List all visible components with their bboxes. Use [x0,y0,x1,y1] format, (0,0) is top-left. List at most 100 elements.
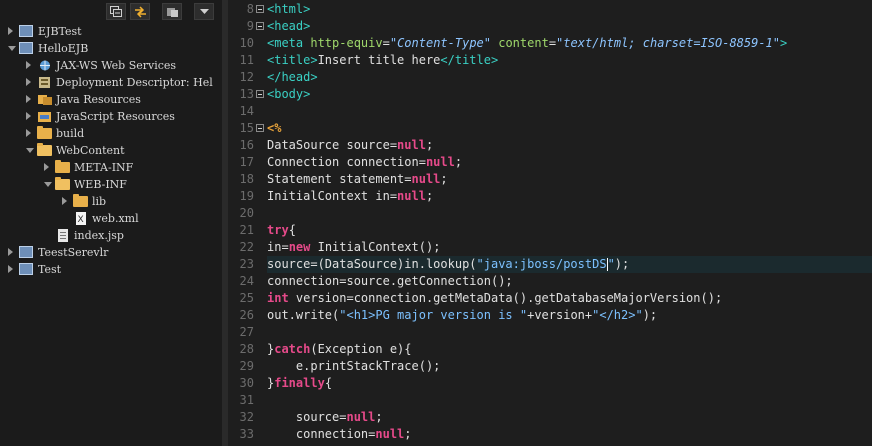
code-line[interactable]: try{ [267,222,872,239]
line-number: 9 [246,19,254,33]
line-number: 22 [239,240,254,254]
fold-toggle-icon[interactable] [256,124,264,132]
collapse-arrow-icon[interactable] [26,95,31,103]
line-number: 16 [239,138,254,152]
code-line[interactable]: InitialContext in=null; [267,188,872,205]
collapse-arrow-icon[interactable] [8,265,13,273]
java-resources-icon [37,93,53,106]
code-line[interactable]: <html> [267,1,872,18]
code-line[interactable]: int version=connection.getMetaData().get… [267,290,872,307]
tree-item[interactable]: HelloEJB [0,40,222,57]
tree-item[interactable]: JavaScript Resources [0,108,222,125]
tree-item[interactable]: Deployment Descriptor: Hel [0,74,222,91]
tree-item[interactable]: WEB-INF [0,176,222,193]
tree-item-label: JAX-WS Web Services [56,59,177,72]
code-line[interactable] [267,205,872,222]
fold-toggle-icon[interactable] [256,5,264,13]
line-number: 19 [239,189,254,203]
link-with-editor-button[interactable] [130,3,150,20]
javascript-resources-icon [37,110,53,123]
tree-item[interactable]: lib [0,193,222,210]
collapse-arrow-icon[interactable] [26,78,31,86]
collapse-arrow-icon[interactable] [26,129,31,137]
chevron-down-icon [199,8,209,14]
line-number: 30 [239,376,254,390]
tree-item[interactable]: JAX-WS Web Services [0,57,222,74]
tree-item-label: lib [92,195,107,208]
code-line[interactable]: source=(DataSource)in.lookup("java:jboss… [267,256,872,273]
folder-icon [73,194,88,207]
expand-arrow-icon[interactable] [44,182,52,187]
tree-item[interactable]: index.jsp [0,227,222,244]
folder-icon [37,126,52,139]
collapse-arrow-icon[interactable] [8,248,13,256]
line-number: 33 [239,427,254,441]
code-line[interactable]: out.write("<h1>PG major version is "+ver… [267,307,872,324]
line-number: 21 [239,223,254,237]
collapse-arrow-icon[interactable] [26,112,31,120]
expand-arrow-icon[interactable] [26,148,34,153]
project-icon [19,42,33,54]
tree-item[interactable]: Java Resources [0,91,222,108]
code-line[interactable]: source=null; [267,409,872,426]
code-line[interactable]: connection=source.getConnection(); [267,273,872,290]
code-line[interactable]: <body> [267,86,872,103]
code-line[interactable] [267,103,872,120]
tree-item-label: build [56,127,85,140]
collapse-arrow-icon[interactable] [62,197,67,205]
project-icon [19,25,33,37]
code-line[interactable]: <title>Insert title here</title> [267,52,872,69]
line-number: 10 [239,36,254,50]
code-line[interactable]: }catch(Exception e){ [267,341,872,358]
code-line[interactable]: </head> [267,69,872,86]
project-explorer: EJBTest HelloEJB JAX-WS Web Services Deploy… [0,0,222,446]
line-number: 14 [239,104,254,118]
tree-item-label: META-INF [74,161,134,174]
code-line[interactable]: Statement statement=null; [267,171,872,188]
code-line[interactable]: }finally{ [267,375,872,392]
tree-item-label: web.xml [92,212,139,225]
line-number: 26 [239,308,254,322]
code-line[interactable] [267,324,872,341]
collapse-all-button[interactable] [106,3,126,20]
line-number: 20 [239,206,254,220]
code-line[interactable]: e.printStackTrace(); [267,358,872,375]
tree-item-label: Deployment Descriptor: Hel [56,76,213,89]
tree-item[interactable]: TeestSerevlr [0,244,222,261]
dropdown-button[interactable] [194,3,214,20]
code-editor[interactable]: 8 <html> 9 <head> 10 <meta http-equiv="Conten… [228,0,872,446]
code-line[interactable]: <meta http-equiv="Content-Type" content=… [267,35,872,52]
tree-item[interactable]: Test [0,261,222,278]
tree-item[interactable]: META-INF [0,159,222,176]
tree-item[interactable]: Xweb.xml [0,210,222,227]
fold-toggle-icon[interactable] [256,22,264,30]
line-number: 28 [239,342,254,356]
expand-arrow-icon[interactable] [8,46,16,51]
tree-item[interactable]: build [0,125,222,142]
tree-item[interactable]: EJBTest [0,23,222,40]
line-number: 27 [239,325,254,339]
folder-icon [55,177,70,190]
view-menu-button[interactable] [162,3,182,20]
collapse-arrow-icon[interactable] [44,163,49,171]
xml-file-icon: X [73,212,89,225]
code-line[interactable]: connection=null; [267,426,872,443]
line-number: 12 [239,70,254,84]
tree-item-label: EJBTest [38,25,82,38]
fold-toggle-icon[interactable] [256,90,264,98]
project-icon [19,246,33,258]
tree-item[interactable]: WebContent [0,142,222,159]
tree-item-label: WebContent [56,144,125,157]
code-line[interactable]: DataSource source=null; [267,137,872,154]
line-number: 15 [239,121,254,135]
collapse-arrow-icon[interactable] [26,61,31,69]
code-line[interactable] [267,392,872,409]
line-number: 23 [239,257,254,271]
code-line[interactable]: in=new InitialContext(); [267,239,872,256]
explorer-toolbar [0,0,222,22]
code-line[interactable]: <% [267,120,872,137]
collapse-arrow-icon[interactable] [8,27,13,35]
code-line[interactable]: Connection connection=null; [267,154,872,171]
line-number: 18 [239,172,254,186]
code-line[interactable]: <head> [267,18,872,35]
